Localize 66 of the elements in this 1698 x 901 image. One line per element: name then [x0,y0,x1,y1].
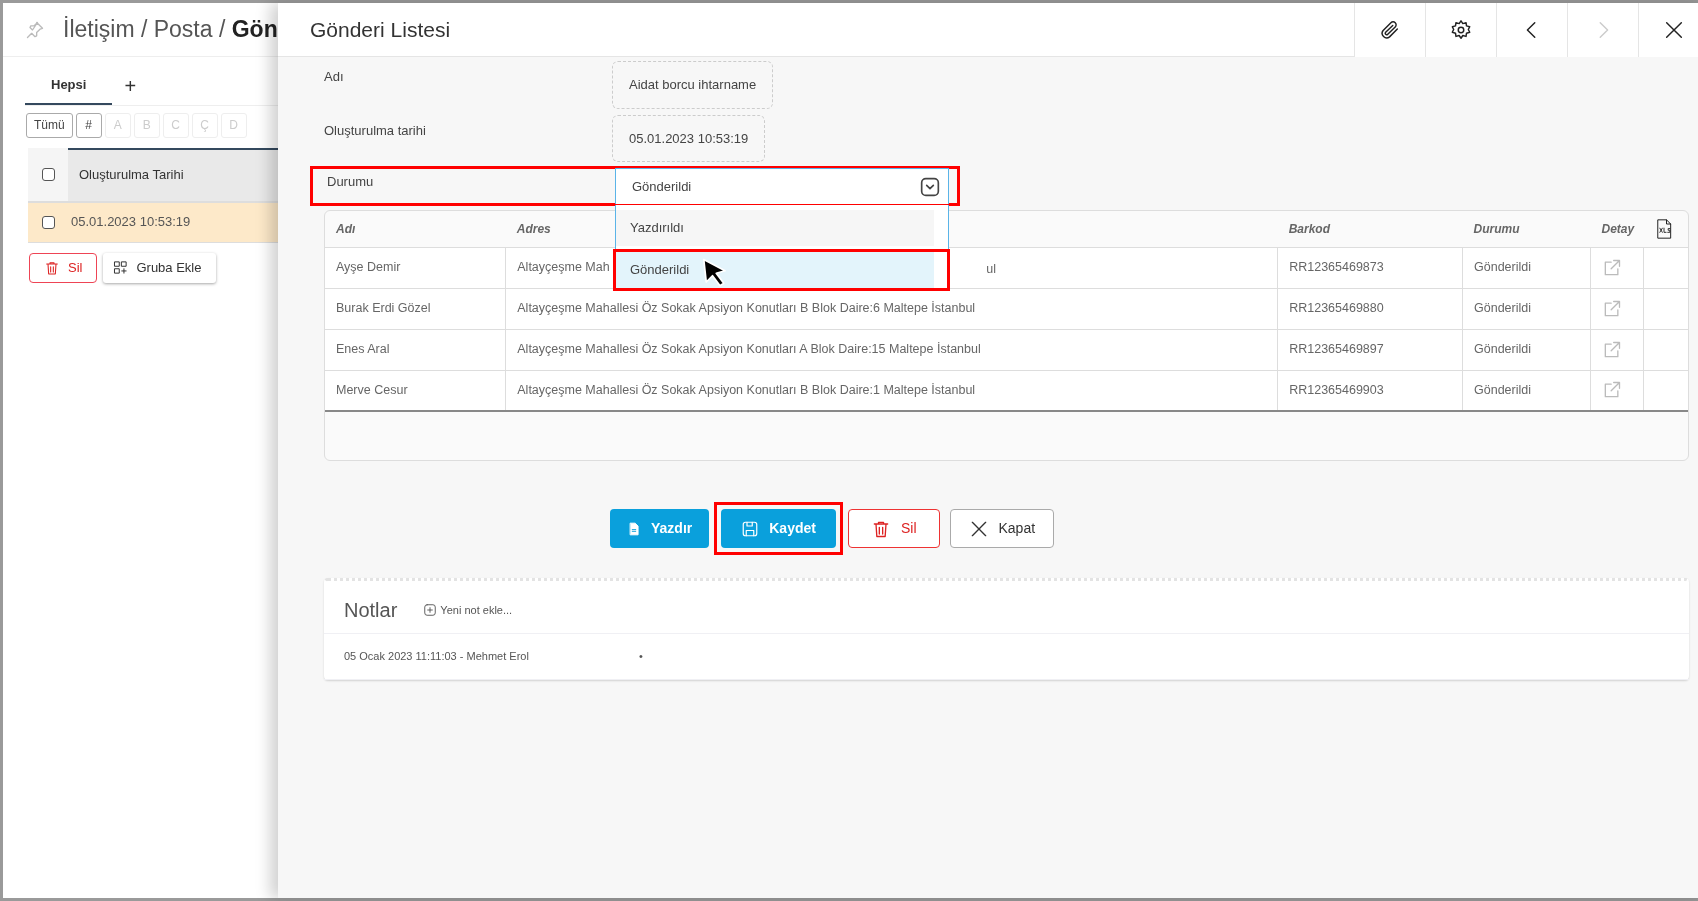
field-label: Adı [324,68,345,86]
add-tab[interactable]: + [112,69,149,105]
note-text: • [639,649,643,664]
table-cell: Altayçeşme Mahallesi Öz Sokak Apsiyon Konutları B Blok Daire:1 Maltepe İstanbul [505,370,1278,411]
letter-filter-button[interactable]: Tümü [26,112,73,138]
delete-button[interactable]: Sil [29,252,98,283]
readonly-field: Aidat borcu ihtarname [612,61,774,109]
table-row[interactable]: 05.01.2023 10:53:19 [28,200,278,243]
column-header[interactable]: Oluşturulma Tarihi [68,147,278,201]
table-cell: Gönderildi [1462,247,1591,288]
plus-icon [423,603,438,617]
select-field[interactable]: Gönderildi [615,168,949,204]
close-button[interactable]: Kapat [949,509,1055,548]
save-icon [741,519,760,538]
table-cell-text: ul [986,260,996,278]
table-cell: RR12365469903 [1277,370,1463,411]
pin-icon[interactable] [25,19,45,40]
table-cell: Altayçeşme Mahallesi Öz Sokak Apsiyon Konutları A Blok Daire:15 Maltepe İstanbul [505,329,1278,370]
table-cell: Burak Erdi Gözel [325,288,506,329]
table-cell: Ayşe Demir [325,247,506,288]
close-button[interactable] [1638,2,1698,57]
tab[interactable]: Hepsi [25,69,113,105]
detail-link[interactable] [1602,257,1622,278]
column-header: Barkod [1288,221,1330,236]
external-link-icon [1602,257,1622,278]
column-header: Detay [1601,221,1635,236]
note-meta: 05 Ocak 2023 11:11:03 - Mehmet Erol [344,649,530,664]
dropdown-option[interactable]: Yazdırıldı [616,210,934,246]
column-header: Adı [336,221,356,236]
previous-button[interactable] [1496,2,1567,57]
column-header: Adres [516,221,551,236]
document-icon [627,521,641,536]
table-cell: Gönderildi [1462,288,1591,329]
readonly-field: 05.01.2023 10:53:19 [612,114,766,162]
external-link-icon [1602,298,1622,319]
add-to-group-button[interactable]: Gruba Ekle [103,252,216,283]
add-note-link[interactable]: Yeni not ekle... [423,601,513,619]
panel-title: Gönderi Listesi [309,16,452,43]
letter-filter-button[interactable]: # [75,112,102,138]
table-cell: Gönderildi [1462,370,1591,411]
table-cell: Gönderildi [1462,329,1591,370]
table-cell: Altayçeşme Mah [517,260,610,275]
field-label: Durumu [327,173,375,192]
table-cell-text: 05.01.2023 10:53:19 [70,213,191,232]
breadcrumb: İletişim / Posta / Gön [63,15,278,45]
table-cell: Enes Aral [325,329,506,370]
table-cell: RR12365469897 [1277,329,1463,370]
chevron-down-icon [920,176,940,197]
notes-title: Notlar [344,598,398,623]
external-link-icon [1602,339,1622,360]
grid-plus-icon [113,260,129,275]
column-header: Durumu [1473,221,1520,236]
checkbox[interactable] [41,215,55,229]
table-cell: RR12365469873 [1277,247,1463,288]
dropdown-option[interactable]: Gönderildi [616,252,934,288]
attachment-button[interactable] [1354,2,1425,57]
detail-link[interactable] [1602,298,1622,319]
field-label: Oluşturulma tarihi [324,121,427,140]
detail-link[interactable] [1602,339,1622,360]
delete-button[interactable]: Sil [847,509,940,548]
checkbox[interactable] [41,167,55,181]
table-cell: RR12365469880 [1277,288,1463,329]
settings-button[interactable] [1425,2,1496,57]
table-cell: Altayçeşme Mahallesi Öz Sokak Apsiyon Konutları B Blok Daire:6 Maltepe İstanbul [505,288,1278,329]
table-cell: Merve Cesur [325,370,506,411]
trash-icon [44,259,60,276]
